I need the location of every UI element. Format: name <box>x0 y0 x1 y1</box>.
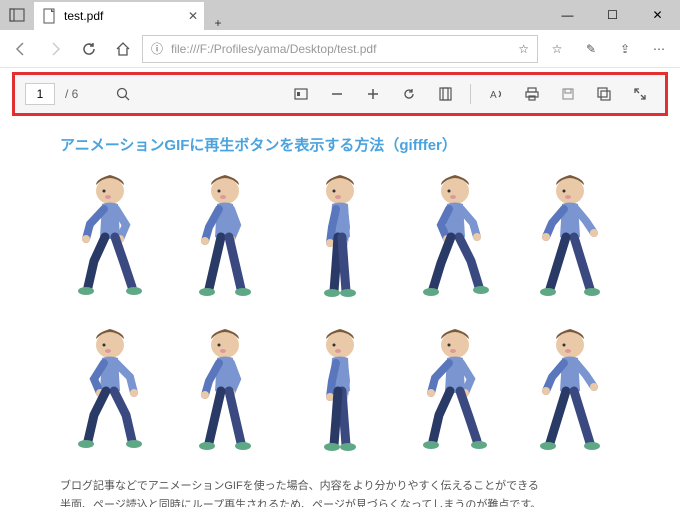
walking-figure <box>405 323 505 453</box>
pdf-content: アニメーションGIFに再生ボタンを表示する方法（gifffer） ブログ記事など… <box>0 122 680 507</box>
url-field[interactable]: ⓘ file:///F:/Profiles/yama/Desktop/test.… <box>142 35 538 63</box>
back-button[interactable] <box>6 34 36 64</box>
walking-figure <box>60 323 160 453</box>
url-text: file:///F:/Profiles/yama/Desktop/test.pd… <box>171 42 510 56</box>
walking-figure <box>60 169 160 299</box>
new-tab-button[interactable]: + <box>204 16 232 30</box>
tab-testpdf[interactable]: test.pdf ✕ <box>34 2 204 30</box>
refresh-button[interactable] <box>74 34 104 64</box>
separator <box>470 84 471 104</box>
forward-button[interactable] <box>40 34 70 64</box>
pdf-toolbar-highlight: / 6 A <box>0 68 680 122</box>
star-icon[interactable]: ☆ <box>518 42 529 56</box>
page-title: アニメーションGIFに再生ボタンを表示する方法（gifffer） <box>60 134 620 155</box>
window-controls: — ☐ ✕ <box>545 0 680 30</box>
pdf-file-icon <box>42 8 58 24</box>
maximize-button[interactable]: ☐ <box>590 0 635 30</box>
fullscreen-icon[interactable] <box>625 79 655 109</box>
fit-page-icon[interactable] <box>286 79 316 109</box>
search-icon[interactable] <box>108 79 138 109</box>
close-window-button[interactable]: ✕ <box>635 0 680 30</box>
pdf-toolbar: / 6 A <box>12 72 668 116</box>
tab-title: test.pdf <box>64 9 103 23</box>
home-button[interactable] <box>108 34 138 64</box>
tabstrip: test.pdf ✕ + <box>34 0 545 30</box>
titlebar: test.pdf ✕ + — ☐ ✕ <box>0 0 680 30</box>
layout-icon[interactable] <box>430 79 460 109</box>
read-aloud-icon[interactable]: A <box>481 79 511 109</box>
info-icon[interactable]: ⓘ <box>151 40 163 57</box>
more-button[interactable]: ⋯ <box>644 34 674 64</box>
save-icon[interactable] <box>553 79 583 109</box>
tabs-sidebar-icon[interactable] <box>0 0 34 30</box>
paragraph-1: ブログ記事などでアニメーションGIFを使った場合、内容をより分かりやすく伝えるこ… <box>60 477 620 496</box>
tab-close-icon[interactable]: ✕ <box>188 9 198 23</box>
minimize-button[interactable]: — <box>545 0 590 30</box>
walking-figure <box>290 323 390 453</box>
walking-figure <box>405 169 505 299</box>
walking-figure <box>175 323 275 453</box>
paragraph-2: 半面、ページ読込と同時にループ再生されるため、ページが見づらくなってしまうのが難… <box>60 496 620 507</box>
walking-figure <box>520 323 620 453</box>
favorites-button[interactable]: ☆ <box>542 34 572 64</box>
save-as-icon[interactable] <box>589 79 619 109</box>
walking-figure <box>175 169 275 299</box>
address-bar: ⓘ file:///F:/Profiles/yama/Desktop/test.… <box>0 30 680 68</box>
walking-figure <box>520 169 620 299</box>
svg-text:A: A <box>490 90 497 101</box>
walking-figure <box>290 169 390 299</box>
figure-row-1 <box>60 169 620 299</box>
notes-button[interactable]: ✎ <box>576 34 606 64</box>
zoom-in-icon[interactable] <box>358 79 388 109</box>
print-icon[interactable] <box>517 79 547 109</box>
share-button[interactable]: ⇪ <box>610 34 640 64</box>
rotate-icon[interactable] <box>394 79 424 109</box>
page-number-input[interactable] <box>25 83 55 105</box>
page-count: / 6 <box>65 87 78 101</box>
zoom-out-icon[interactable] <box>322 79 352 109</box>
figure-row-2 <box>60 323 620 453</box>
